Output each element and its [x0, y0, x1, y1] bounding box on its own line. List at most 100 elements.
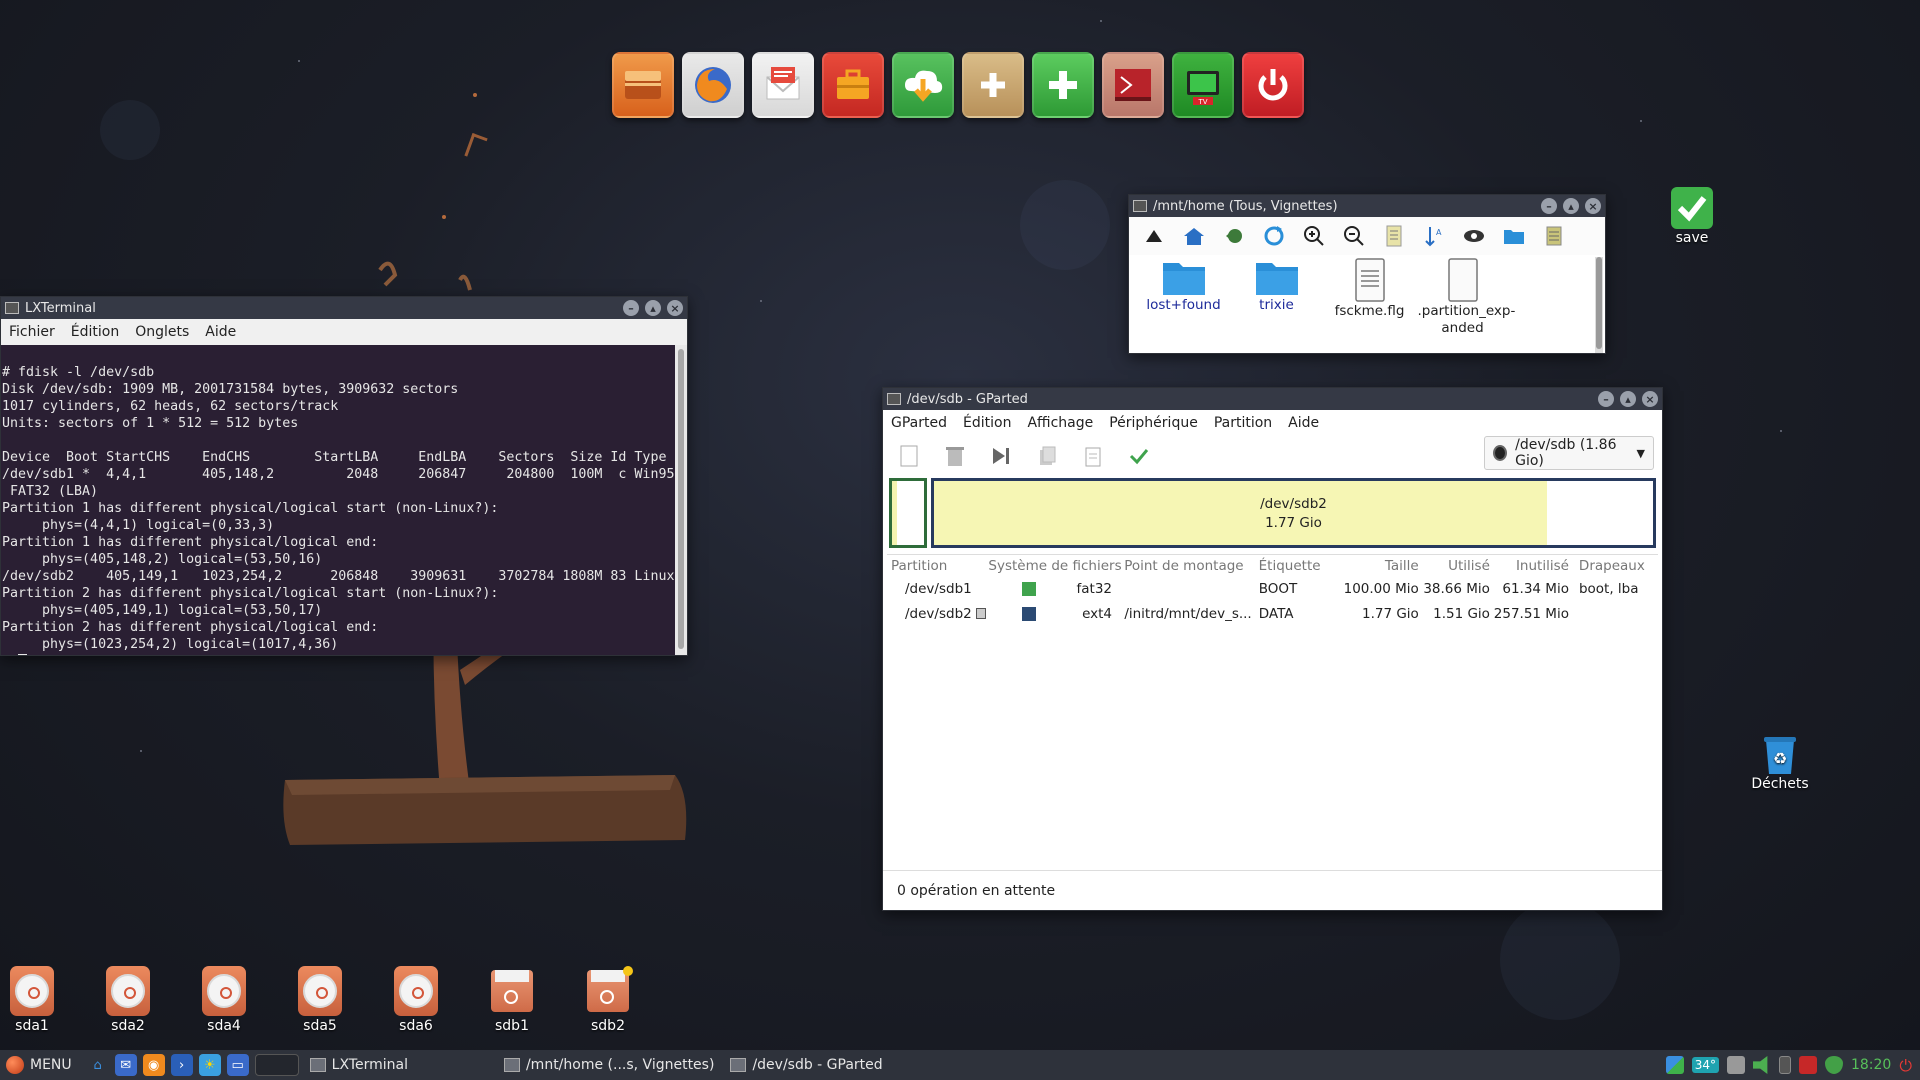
home-icon[interactable]	[1181, 223, 1207, 249]
storage-icon[interactable]	[1726, 1056, 1745, 1074]
zoom-in-icon[interactable]	[1301, 223, 1327, 249]
mail-icon[interactable]	[752, 52, 814, 118]
table-row[interactable]: /dev/sdb1 fat32 BOOT 100.00 Mio 38.66 Mi…	[887, 576, 1658, 601]
weather-icon[interactable]: ☀	[198, 1054, 221, 1076]
printer-icon[interactable]	[1798, 1056, 1817, 1074]
menu-fichier[interactable]: Fichier	[1, 324, 63, 340]
firefox-icon[interactable]: ◉	[142, 1054, 165, 1076]
menu-edition[interactable]: Édition	[63, 324, 127, 340]
shield-icon[interactable]	[1824, 1056, 1843, 1074]
scroll-thumb[interactable]	[1596, 257, 1602, 349]
desktop-pager-icon[interactable]	[254, 1054, 299, 1076]
firefox-icon[interactable]	[682, 52, 744, 118]
task-gparted[interactable]: /dev/sdb - GParted	[722, 1050, 890, 1080]
menu-aide[interactable]: Aide	[197, 324, 244, 340]
mail-icon[interactable]: ✉	[114, 1054, 137, 1076]
zoom-out-icon[interactable]	[1341, 223, 1367, 249]
partition-block-sdb1[interactable]	[889, 478, 927, 548]
power-icon[interactable]	[1242, 52, 1304, 118]
filemanager-scrollbar[interactable]	[1595, 257, 1603, 353]
network-icon[interactable]	[1665, 1056, 1684, 1074]
sort-icon[interactable]: A	[1421, 223, 1447, 249]
briefcase-icon[interactable]	[822, 52, 884, 118]
power-icon[interactable]: ⏻	[1899, 1056, 1912, 1075]
menu-edition[interactable]: Édition	[955, 415, 1019, 431]
file-item[interactable]: fsckme.flg	[1323, 257, 1416, 337]
menu-aide[interactable]: Aide	[1280, 415, 1327, 431]
task-filemanager[interactable]: /mnt/home (...s, Vignettes)	[496, 1050, 722, 1080]
close-button[interactable]: ×	[1642, 391, 1658, 407]
desktop-icon-trash[interactable]: ♻ Déchets	[1748, 734, 1812, 792]
list-icon[interactable]	[1541, 223, 1567, 249]
terminal-window[interactable]: LXTerminal – ▴ × Fichier Édition Onglets…	[0, 296, 688, 656]
desktop-icon-sda5[interactable]: sda5	[288, 966, 352, 1034]
minimize-button[interactable]: –	[1541, 198, 1557, 214]
filemanager-window[interactable]: /mnt/home (Tous, Vignettes) – ▴ × A lost…	[1128, 194, 1606, 354]
col-header[interactable]: Drapeaux	[1569, 558, 1658, 574]
table-row[interactable]: /dev/sdb2 ext4 /initrd/mnt/dev_s... DATA…	[887, 601, 1658, 626]
temperature-badge[interactable]: 34°	[1691, 1057, 1719, 1073]
col-header[interactable]: Utilisé	[1419, 558, 1490, 574]
terminal-scrollbar[interactable]	[675, 345, 687, 655]
folder-icon[interactable]	[1501, 223, 1527, 249]
up-icon[interactable]	[1141, 223, 1167, 249]
new-partition-icon[interactable]	[897, 444, 921, 468]
terminal-icon[interactable]	[1102, 52, 1164, 118]
wallet-icon[interactable]	[612, 52, 674, 118]
minimize-button[interactable]: –	[623, 300, 639, 316]
apply-check-icon[interactable]	[1127, 444, 1151, 468]
menu-affichage[interactable]: Affichage	[1019, 415, 1101, 431]
desktop-icon-sdb1[interactable]: sdb1	[480, 970, 544, 1034]
menu-partition[interactable]: Partition	[1206, 415, 1280, 431]
col-header[interactable]: Point de montage	[1124, 558, 1252, 574]
menu-button[interactable]: MENU	[0, 1056, 84, 1074]
task-lxterminal[interactable]: LXTerminal	[302, 1050, 416, 1080]
battery-icon[interactable]	[1778, 1056, 1791, 1074]
clock[interactable]: 18:20	[1851, 1057, 1891, 1073]
col-header[interactable]: Partition	[887, 558, 986, 574]
gparted-window[interactable]: /dev/sdb - GParted – ▴ × GParted Édition…	[882, 387, 1663, 911]
terminal-icon[interactable]: ›	[170, 1054, 193, 1076]
paste-icon[interactable]	[1081, 444, 1105, 468]
filemanager-titlebar[interactable]: /mnt/home (Tous, Vignettes) – ▴ ×	[1129, 195, 1605, 217]
desktop-icon-sda6[interactable]: sda6	[384, 966, 448, 1034]
home-icon[interactable]: ⌂	[87, 1054, 109, 1076]
chat-icon[interactable]: ▭	[226, 1054, 249, 1076]
desktop-icon-save[interactable]: save	[1660, 186, 1724, 246]
close-button[interactable]: ×	[1585, 198, 1601, 214]
maximize-button[interactable]: ▴	[645, 300, 661, 316]
notes-icon[interactable]	[1381, 223, 1407, 249]
tv-icon[interactable]: TV	[1172, 52, 1234, 118]
col-header[interactable]: Étiquette	[1253, 558, 1340, 574]
close-button[interactable]: ×	[667, 300, 683, 316]
desktop-icon-sda4[interactable]: sda4	[192, 966, 256, 1034]
file-item[interactable]: lost+found	[1137, 257, 1230, 337]
delete-icon[interactable]	[943, 444, 967, 468]
desktop-icon-sda2[interactable]: sda2	[96, 966, 160, 1034]
folder-add-icon[interactable]	[962, 52, 1024, 118]
add-icon[interactable]	[1032, 52, 1094, 118]
device-select[interactable]: /dev/sdb (1.86 Gio) ▼	[1484, 436, 1654, 470]
col-header[interactable]: Système de fichiers	[986, 558, 1124, 574]
terminal-titlebar[interactable]: LXTerminal – ▴ ×	[1, 297, 687, 319]
refresh-icon[interactable]	[1261, 223, 1287, 249]
eye-icon[interactable]	[1461, 223, 1487, 249]
partition-block-sdb2[interactable]: /dev/sdb2 1.77 Gio	[931, 478, 1656, 548]
col-header[interactable]: Taille	[1340, 558, 1419, 574]
minimize-button[interactable]: –	[1598, 391, 1614, 407]
gparted-titlebar[interactable]: /dev/sdb - GParted – ▴ ×	[883, 388, 1662, 410]
scroll-thumb[interactable]	[678, 349, 684, 649]
volume-icon[interactable]	[1752, 1056, 1768, 1074]
copy-icon[interactable]	[1035, 444, 1059, 468]
col-header[interactable]: Inutilisé	[1490, 558, 1569, 574]
terminal-output[interactable]: # fdisk -l /dev/sdb Disk /dev/sdb: 1909 M…	[1, 345, 675, 655]
menu-onglets[interactable]: Onglets	[127, 324, 197, 340]
maximize-button[interactable]: ▴	[1563, 198, 1579, 214]
menu-peripherique[interactable]: Périphérique	[1101, 415, 1206, 431]
file-item[interactable]: trixie	[1230, 257, 1323, 337]
file-item[interactable]: .partition_exp-anded	[1416, 257, 1515, 337]
download-icon[interactable]	[892, 52, 954, 118]
desktop-icon-sdb2[interactable]: sdb2	[576, 966, 640, 1034]
back-icon[interactable]	[1221, 223, 1247, 249]
resize-icon[interactable]	[989, 444, 1013, 468]
